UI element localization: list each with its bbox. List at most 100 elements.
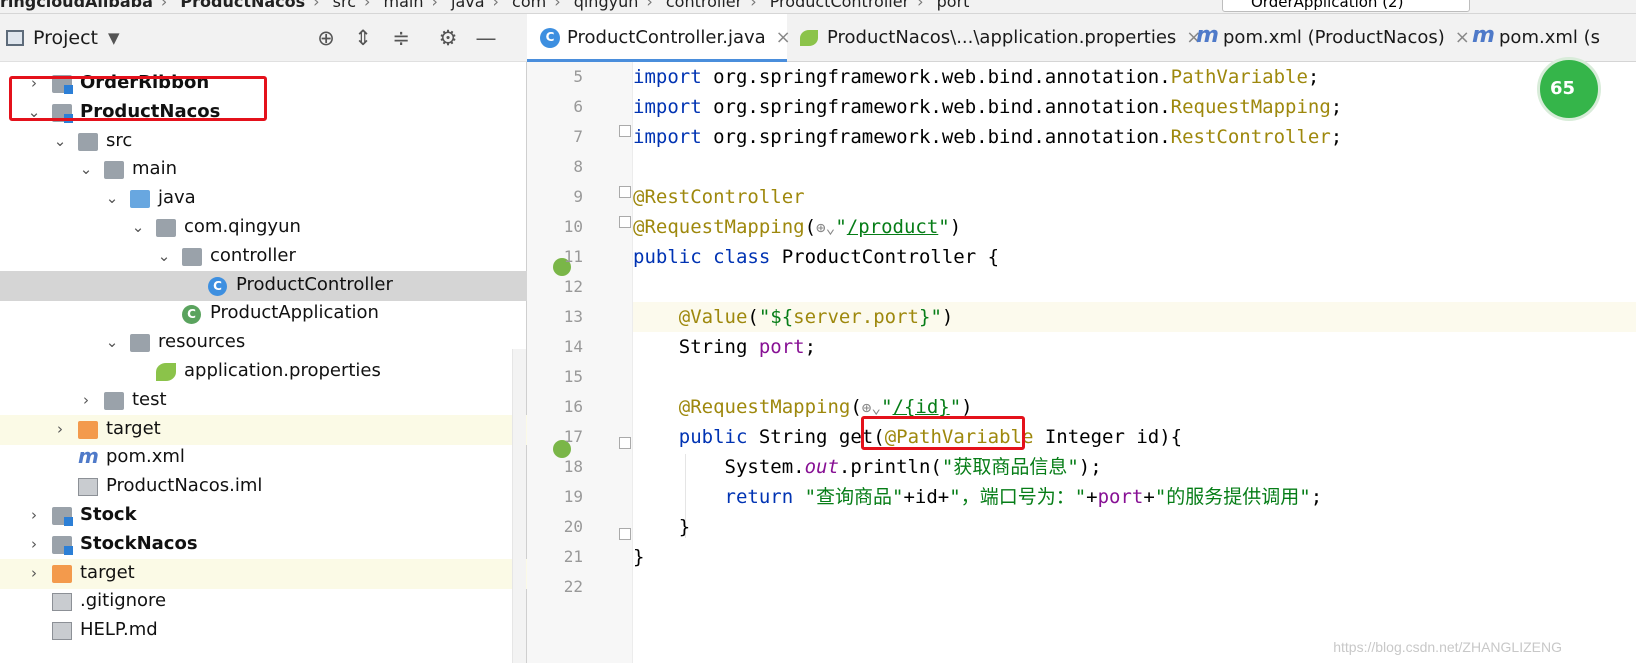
line-number: 8: [573, 157, 583, 176]
code-line-14: String port;: [633, 336, 817, 358]
line-number: 13: [563, 307, 583, 326]
fold-marker[interactable]: [619, 125, 631, 137]
chevron-right-icon[interactable]: ›: [26, 506, 42, 524]
tab-label: pom.xml (ProductNacos): [1223, 27, 1445, 48]
breadcrumb-item[interactable]: ringcloudAlibaba: [0, 0, 153, 11]
package-icon: [156, 219, 176, 237]
code-line-20: }: [633, 516, 691, 538]
chevron-down-icon[interactable]: ⌄: [104, 333, 120, 351]
tree-item-label: .gitignore: [80, 590, 167, 612]
scrollbar[interactable]: [512, 349, 526, 663]
chevron-down-icon[interactable]: ⌄: [156, 247, 172, 265]
highlight-box: [861, 416, 1025, 450]
fold-marker[interactable]: [619, 216, 631, 228]
chevron-right-icon[interactable]: ›: [26, 564, 42, 582]
breadcrumb-item[interactable]: src: [333, 0, 356, 11]
excluded-folder-icon: [78, 420, 98, 439]
editor-panel: C ProductController.java × ProductNacos\..…: [527, 14, 1636, 663]
code-line-21: }: [633, 546, 645, 568]
properties-file-icon: [800, 30, 818, 46]
line-number: 11: [563, 247, 583, 266]
tree-item-label: src: [106, 129, 133, 151]
tab-pom-s[interactable]: m pom.xml (s: [1459, 14, 1636, 62]
code-line-9: @RestController: [633, 186, 805, 208]
tree-item[interactable]: C ProductController: [0, 270, 527, 301]
tree-item[interactable]: ⌄ main: [0, 155, 527, 185]
tree-item[interactable]: › target: [0, 414, 527, 445]
module-folder-icon: [52, 535, 73, 555]
line-number: 9: [573, 187, 583, 206]
gear-icon[interactable]: ⚙: [436, 26, 460, 50]
tree-item-label: controller: [210, 244, 296, 266]
tree-item[interactable]: application.properties: [0, 357, 527, 387]
web-globe-icon[interactable]: ⊕⌄: [862, 398, 881, 417]
chevron-right-icon[interactable]: ›: [52, 420, 68, 438]
fold-marker[interactable]: [619, 437, 631, 449]
tab-label: ProductController.java: [567, 27, 766, 48]
status-badge[interactable]: 65: [1537, 57, 1601, 121]
package-icon: [182, 247, 202, 266]
code-area[interactable]: import org.springframework.web.bind.anno…: [633, 62, 1636, 663]
tree-item[interactable]: ⌄ java: [0, 184, 527, 214]
chevron-down-icon[interactable]: ⌄: [130, 218, 146, 236]
tree-item-label: Stock: [80, 504, 137, 525]
breadcrumb-item[interactable]: controller: [666, 0, 742, 11]
tree-item[interactable]: ⌄ com.qingyun: [0, 213, 527, 243]
minimize-icon[interactable]: —: [474, 26, 498, 50]
chevron-right-icon[interactable]: ›: [78, 391, 94, 409]
tree-item-label: StockNacos: [80, 532, 198, 554]
line-number: 18: [563, 457, 583, 476]
code-line-10: @RequestMapping(⊕⌄"/product"): [633, 216, 962, 238]
folder-icon: [78, 132, 98, 151]
breadcrumb-item[interactable]: main: [384, 0, 424, 11]
breadcrumb-item[interactable]: ProductController: [770, 0, 909, 11]
tree-item[interactable]: ⌄ controller: [0, 242, 527, 272]
run-configuration-select[interactable]: OrderApplication (2): [1222, 0, 1470, 12]
code-line-16: @RequestMapping(⊕⌄"/{id}"): [633, 396, 973, 418]
spring-class-icon: C: [182, 305, 201, 325]
tree-item[interactable]: m pom.xml: [0, 443, 527, 473]
tab-application-properties[interactable]: ProductNacos\...\application.properties ×: [787, 14, 1201, 62]
tab-product-controller[interactable]: C ProductController.java ×: [527, 14, 791, 62]
line-number: 7: [573, 127, 583, 146]
expand-all-icon[interactable]: ⇕: [351, 26, 375, 50]
line-number: 19: [563, 487, 583, 506]
breadcrumb-item[interactable]: port: [937, 0, 970, 11]
chevron-right-icon[interactable]: ›: [26, 535, 42, 553]
module-marker-icon: [64, 517, 73, 526]
collapse-all-icon[interactable]: ≑: [389, 26, 413, 50]
editor-gutter: 5 6 7 8 9 10 11 12 13 14 15 16 17 18 19 20 21 22: [527, 62, 633, 663]
tree-item[interactable]: › Stock: [0, 501, 527, 531]
breadcrumb-item[interactable]: java: [451, 0, 485, 11]
tree-item-label: HELP.md: [80, 619, 158, 641]
tree-item[interactable]: › StockNacos: [0, 530, 527, 560]
breadcrumb-item[interactable]: ProductNacos: [180, 0, 305, 11]
tree-item[interactable]: .gitignore: [0, 587, 527, 617]
maven-icon: m: [1472, 23, 1495, 48]
tree-item[interactable]: › target: [0, 558, 527, 589]
chevron-down-icon[interactable]: ⌄: [52, 132, 68, 150]
web-globe-icon[interactable]: ⊕⌄: [816, 218, 835, 237]
line-number: 15: [563, 367, 583, 386]
chevron-down-icon[interactable]: ▼: [108, 29, 120, 47]
chevron-down-icon[interactable]: ⌄: [78, 160, 94, 178]
tree-item[interactable]: ⌄ src: [0, 127, 527, 157]
tree-item[interactable]: C ProductApplication: [0, 299, 527, 329]
fold-marker[interactable]: [619, 186, 631, 198]
line-number: 16: [563, 397, 583, 416]
breadcrumb-item[interactable]: qingyun: [574, 0, 639, 11]
tree-item[interactable]: ⌄ resources: [0, 328, 527, 358]
project-panel-title[interactable]: Project: [33, 27, 98, 49]
fold-marker[interactable]: [619, 528, 631, 540]
tab-pom-productnacos[interactable]: m pom.xml (ProductNacos) ×: [1183, 14, 1470, 62]
tree-item[interactable]: ProductNacos.iml: [0, 472, 527, 502]
project-panel-header: Project ▼ ⊕ ⇕ ≑ ⚙ —: [0, 14, 527, 62]
tree-item[interactable]: HELP.md: [0, 616, 527, 646]
tree-item-label: test: [132, 388, 167, 410]
tree-item[interactable]: › test: [0, 386, 527, 416]
source-folder-icon: [130, 190, 150, 209]
locate-target-icon[interactable]: ⊕: [314, 26, 338, 50]
tree-item-label: target: [106, 417, 161, 439]
chevron-down-icon[interactable]: ⌄: [104, 189, 120, 207]
breadcrumb-item[interactable]: com: [512, 0, 546, 11]
